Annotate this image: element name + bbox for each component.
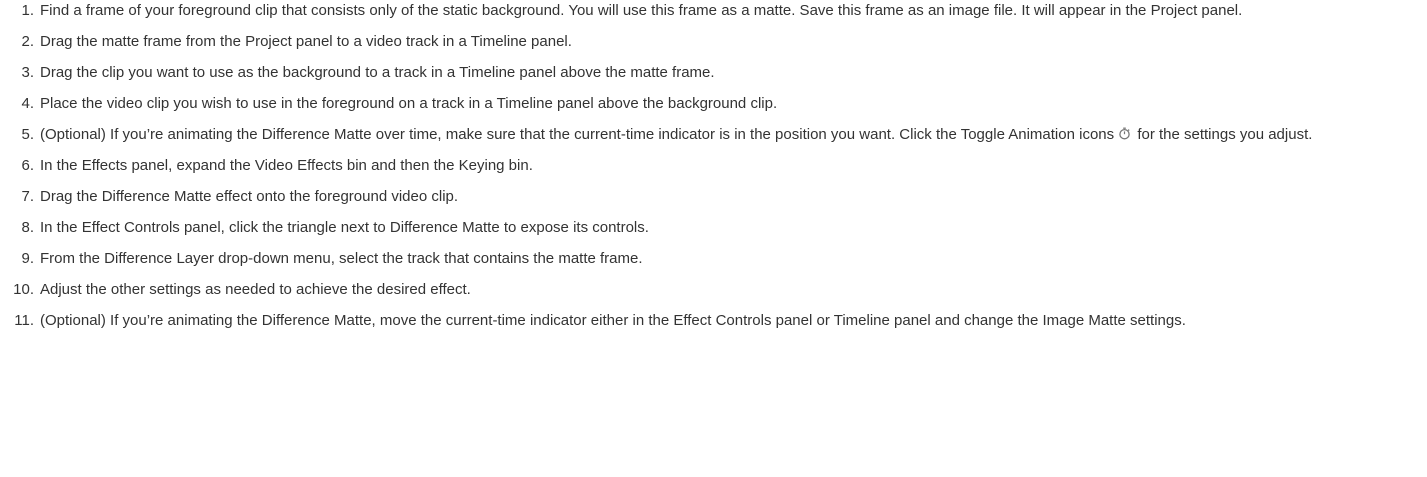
- step-number: 7: [0, 186, 34, 208]
- step-3: 3 Drag the clip you want to use as the b…: [0, 62, 1427, 84]
- step-text: (Optional) If you’re animating the Diffe…: [40, 312, 1186, 329]
- step-number: 1: [0, 0, 34, 22]
- step-text: Drag the clip you want to use as the bac…: [40, 64, 715, 81]
- step-number: 8: [0, 217, 34, 239]
- step-text: Drag the Difference Matte effect onto th…: [40, 188, 459, 205]
- instructions-page: 1 Find a frame of your foreground clip t…: [0, 0, 1427, 477]
- step-8: 8 In the Effect Controls panel, click th…: [0, 217, 1427, 239]
- step-number: 3: [0, 62, 34, 84]
- step-text: In the Effects panel, expand the Video E…: [40, 157, 533, 174]
- step-text: In the Effect Controls panel, click the …: [40, 219, 649, 236]
- steps-list: 1 Find a frame of your foreground clip t…: [0, 0, 1427, 332]
- step-9: 9 From the Difference Layer drop-down me…: [0, 248, 1427, 270]
- step-number: 11: [0, 310, 34, 332]
- step-text: Adjust the other settings as needed to a…: [40, 281, 471, 298]
- step-number: 4: [0, 93, 34, 115]
- step-number: 2: [0, 31, 34, 53]
- step-text-before-icon: (Optional) If you’re animating the Diffe…: [40, 126, 1115, 143]
- step-number: 10: [0, 279, 34, 301]
- step-2: 2 Drag the matte frame from the Project …: [0, 31, 1427, 53]
- step-1: 1 Find a frame of your foreground clip t…: [0, 0, 1427, 22]
- step-text-after-icon: for the settings you adjust.: [1137, 126, 1313, 143]
- step-10: 10 Adjust the other settings as needed t…: [0, 279, 1427, 301]
- step-text: Find a frame of your foreground clip tha…: [40, 2, 1243, 19]
- step-text: From the Difference Layer drop-down menu…: [40, 250, 643, 267]
- step-6: 6 In the Effects panel, expand the Video…: [0, 155, 1427, 177]
- step-7: 7 Drag the Difference Matte effect onto …: [0, 186, 1427, 208]
- step-number: 6: [0, 155, 34, 177]
- step-number: 5: [0, 124, 34, 146]
- toggle-animation-icon: [1118, 127, 1131, 140]
- step-text: Drag the matte frame from the Project pa…: [40, 33, 572, 50]
- step-11: 11 (Optional) If you’re animating the Di…: [0, 310, 1427, 332]
- step-text: Place the video clip you wish to use in …: [40, 95, 778, 112]
- step-number: 9: [0, 248, 34, 270]
- step-4: 4 Place the video clip you wish to use i…: [0, 93, 1427, 115]
- step-5: 5 (Optional) If you’re animating the Dif…: [0, 124, 1427, 146]
